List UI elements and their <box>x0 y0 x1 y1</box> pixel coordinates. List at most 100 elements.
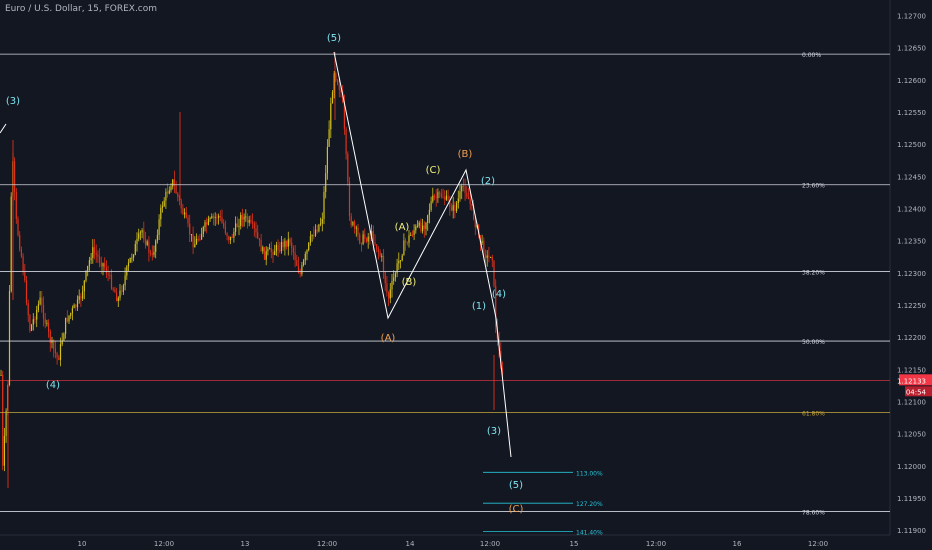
candle-body <box>85 270 87 281</box>
extension-level-label: 113.00% <box>576 470 603 477</box>
candle-body <box>291 242 293 248</box>
candle-body <box>326 146 328 174</box>
wave-label: (1) <box>472 301 486 312</box>
candle-body <box>129 257 131 263</box>
candle-body <box>491 256 493 261</box>
candle-body <box>187 217 189 224</box>
candle-body <box>486 255 488 258</box>
wave-label: (2) <box>481 176 495 187</box>
candle-body <box>270 248 272 252</box>
candle-body <box>235 223 237 232</box>
candle-body <box>158 219 160 235</box>
price-tick-label: 1.12700 <box>897 13 926 21</box>
time-tick-label: 15 <box>570 540 579 548</box>
candle-body <box>124 275 126 286</box>
candle-body <box>365 238 368 242</box>
candle-body <box>214 216 216 218</box>
extension-level-label: 127.20% <box>576 501 603 508</box>
candle-body <box>165 191 167 201</box>
candle-body <box>279 250 281 252</box>
candle-body <box>184 212 186 215</box>
candle-body <box>136 238 138 244</box>
candle-body <box>355 227 357 229</box>
candle-body <box>258 238 260 240</box>
candle-body <box>263 247 266 260</box>
wave-label: (5) <box>327 33 341 44</box>
price-tick-label: 1.12300 <box>897 270 926 278</box>
candle-body <box>182 208 184 215</box>
candle-body <box>338 84 340 91</box>
fib-level-label: 23.60% <box>802 183 825 190</box>
candle-body <box>381 255 383 257</box>
candle-body <box>493 260 495 287</box>
candle-body <box>195 238 198 245</box>
candle-body <box>17 218 19 236</box>
candle-body <box>292 247 294 253</box>
candle-body <box>272 251 274 255</box>
candle-body <box>255 228 257 233</box>
candle-body <box>31 324 33 331</box>
candle-body <box>284 240 286 248</box>
candle-body <box>88 260 90 266</box>
candle-body <box>54 348 56 354</box>
candle-body <box>109 274 111 276</box>
candle-body <box>168 190 170 194</box>
candle-body <box>0 374 2 376</box>
candle-body <box>347 154 349 182</box>
candle-body <box>428 209 430 216</box>
candle-body <box>325 173 327 192</box>
candle-body <box>190 234 192 236</box>
candle-body <box>51 340 53 344</box>
candle-body <box>121 290 123 292</box>
candle-body <box>287 239 289 247</box>
candle-body <box>134 243 136 256</box>
candle-body <box>218 215 220 218</box>
candle-body <box>104 263 106 268</box>
price-tick-label: 1.12000 <box>897 463 926 471</box>
candle-body <box>328 129 330 147</box>
candle-body <box>219 215 221 218</box>
candle-body <box>452 205 454 211</box>
candle-body <box>15 191 17 219</box>
candle-body <box>10 196 12 292</box>
candle-body <box>25 280 28 304</box>
candle-body <box>483 240 485 255</box>
candle-body <box>388 292 390 299</box>
candle-body <box>265 251 267 260</box>
price-chart[interactable]: 0.00%23.60%38.20%50.00%61.80%78.60%88.60… <box>0 0 932 550</box>
candle-body <box>80 296 82 299</box>
candle-body <box>348 181 351 217</box>
wave-label: (3) <box>487 426 501 437</box>
candle-body <box>304 254 306 261</box>
candle-body <box>138 233 140 239</box>
wave-label: (3) <box>6 96 20 107</box>
candle-body <box>445 195 447 200</box>
candle-body <box>393 277 395 281</box>
candle-body <box>427 215 429 223</box>
candle-body <box>420 222 422 232</box>
candle-body <box>277 244 279 251</box>
candle-body <box>76 299 79 308</box>
candle-body <box>275 244 277 252</box>
candle-body <box>114 289 116 293</box>
candle-body <box>246 216 249 223</box>
candle-body <box>112 288 114 290</box>
candle-body <box>39 297 41 305</box>
candle-body <box>241 214 243 220</box>
candle-body <box>335 73 337 81</box>
candle-body <box>127 262 130 267</box>
candle-body <box>163 200 165 207</box>
candle-body <box>131 257 133 259</box>
candle-body <box>444 197 446 200</box>
candle-body <box>260 239 262 252</box>
candle-body <box>403 240 405 256</box>
candle-body <box>450 207 453 211</box>
price-tick-label: 1.12450 <box>897 173 926 181</box>
candle-body <box>454 205 456 211</box>
candle-body <box>199 239 201 241</box>
candle-body <box>221 217 223 223</box>
candle-body <box>398 260 400 264</box>
candle-body <box>461 185 463 192</box>
candle-body <box>274 251 276 255</box>
candle-body <box>117 297 119 302</box>
